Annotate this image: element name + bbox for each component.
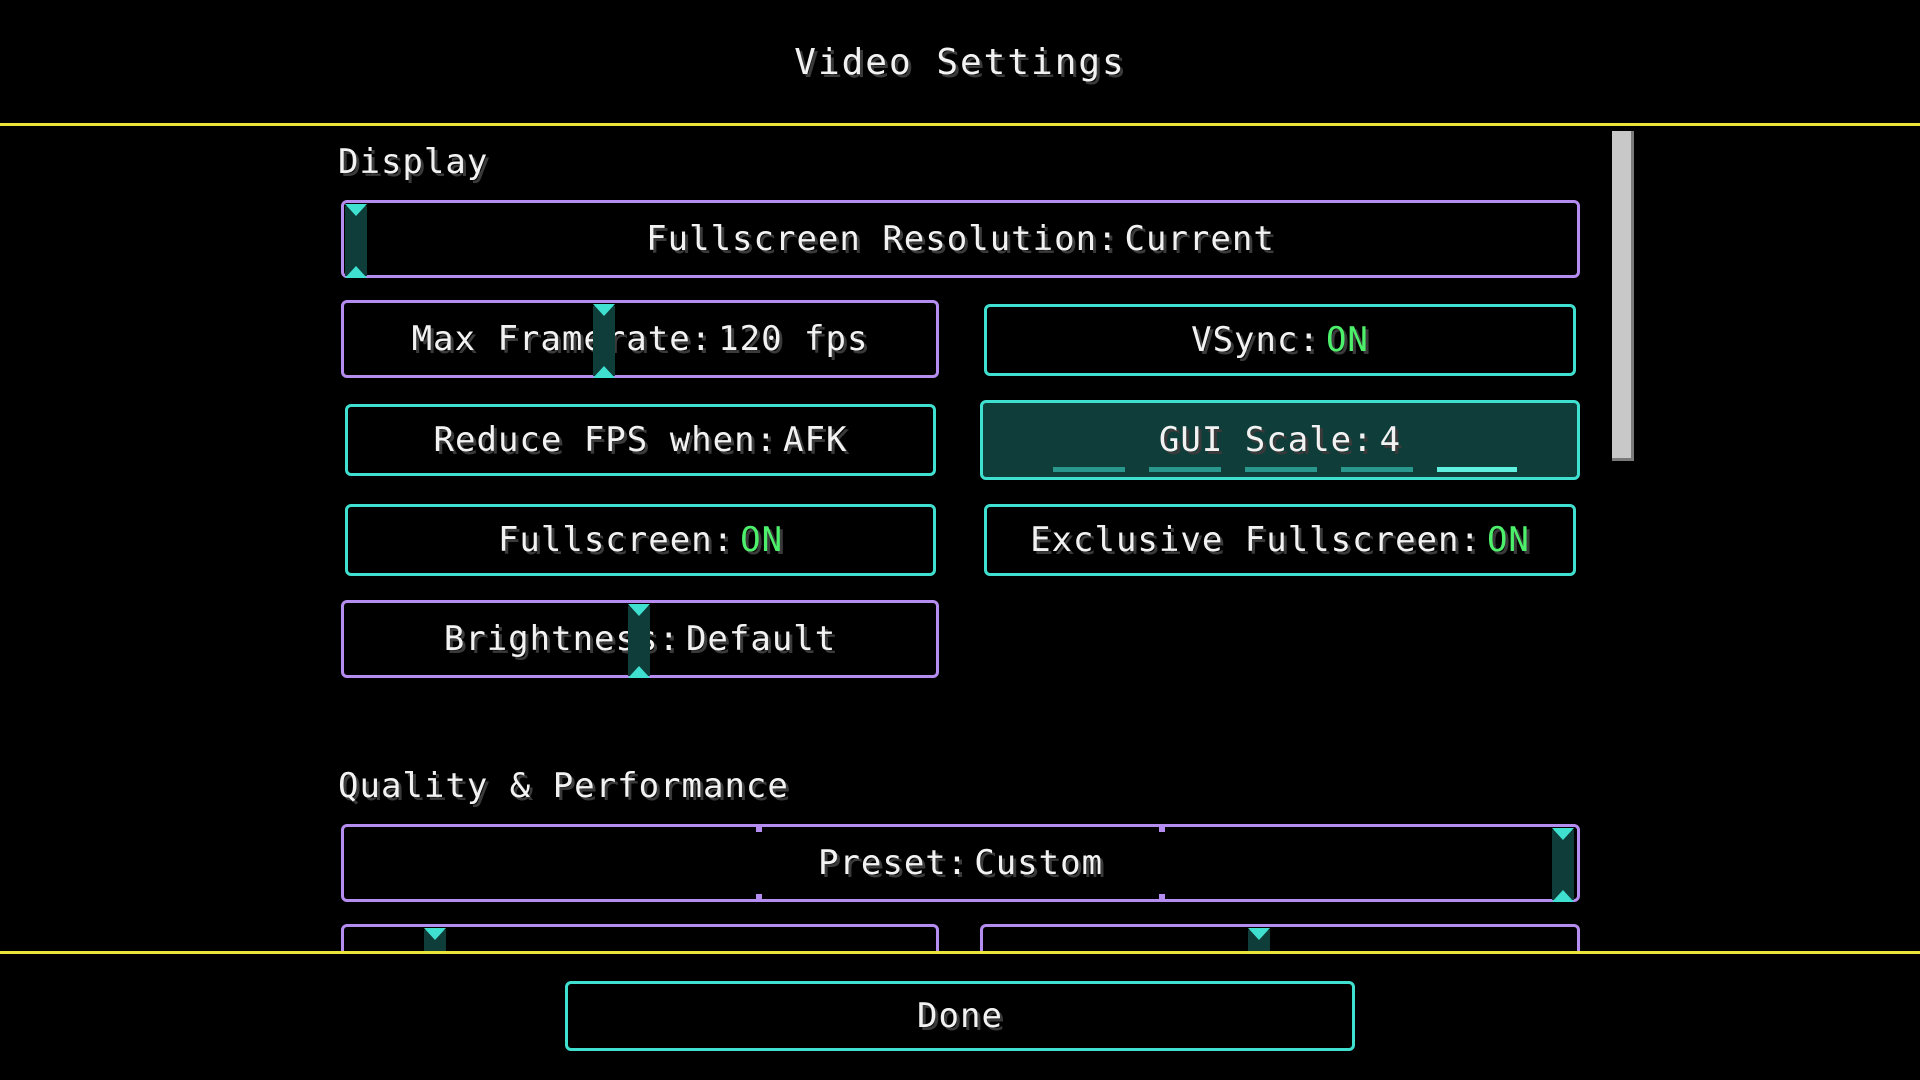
gui-scale-step [1149, 467, 1221, 472]
gui-scale-step [1341, 467, 1413, 472]
preset-slider-tick [1159, 894, 1165, 900]
gui-scale-label: GUI Scale: [1158, 420, 1374, 460]
preset-slider-handle[interactable] [1552, 828, 1574, 902]
fullscreen-resolution-slider-handle[interactable] [345, 204, 367, 278]
section-label-display: Display [338, 142, 489, 182]
fullscreen-resolution-label: Fullscreen Resolution: [646, 219, 1119, 259]
brightness-value: Default [685, 619, 837, 659]
gui-scale-step [1053, 467, 1125, 472]
max-framerate-label: Max Framerate: [411, 319, 713, 359]
fullscreen-resolution-slider[interactable]: Fullscreen Resolution: Current [341, 200, 1580, 278]
brightness-slider-handle[interactable] [628, 604, 650, 678]
done-button-label: Done [917, 996, 1003, 1036]
exclusive-fullscreen-button[interactable]: Exclusive Fullscreen: ON [984, 504, 1576, 576]
exclusive-fullscreen-label: Exclusive Fullscreen: [1030, 520, 1481, 560]
gui-scale-step-current [1437, 467, 1517, 472]
next-row-right-slider[interactable] [980, 924, 1580, 951]
preset-label: Preset: [817, 843, 969, 883]
max-framerate-slider[interactable]: Max Framerate: 120 fps [341, 300, 939, 378]
gui-scale-value: 4 [1379, 420, 1402, 460]
vsync-label: VSync: [1191, 320, 1320, 360]
gui-scale-button[interactable]: GUI Scale: 4 [980, 400, 1580, 480]
fullscreen-value: ON [740, 520, 784, 560]
gui-scale-step [1245, 467, 1317, 472]
done-button[interactable]: Done [565, 981, 1355, 1051]
max-framerate-value: 120 fps [718, 319, 869, 359]
fullscreen-button[interactable]: Fullscreen: ON [345, 504, 936, 576]
preset-slider-tick [756, 826, 762, 832]
next-row-left-slider-handle[interactable] [424, 928, 446, 951]
exclusive-fullscreen-value: ON [1486, 520, 1530, 560]
page-title: Video Settings [794, 42, 1126, 83]
max-framerate-slider-handle[interactable] [593, 304, 615, 378]
reduce-fps-value: AFK [783, 420, 848, 460]
reduce-fps-label: Reduce FPS when: [433, 420, 778, 460]
reduce-fps-button[interactable]: Reduce FPS when: AFK [345, 404, 936, 476]
preset-value: Custom [974, 843, 1104, 883]
section-label-quality: Quality & Performance [338, 766, 789, 806]
footer-divider [0, 951, 1920, 954]
preset-slider-tick [756, 894, 762, 900]
vsync-value: ON [1325, 320, 1369, 360]
fullscreen-label: Fullscreen: [497, 520, 735, 560]
settings-scrollbar[interactable] [1612, 131, 1634, 461]
fullscreen-resolution-value: Current [1124, 219, 1275, 259]
next-row-right-slider-handle[interactable] [1248, 928, 1270, 951]
preset-slider-tick [1159, 826, 1165, 832]
preset-slider[interactable]: Preset: Custom [341, 824, 1580, 902]
vsync-button[interactable]: VSync: ON [984, 304, 1576, 376]
